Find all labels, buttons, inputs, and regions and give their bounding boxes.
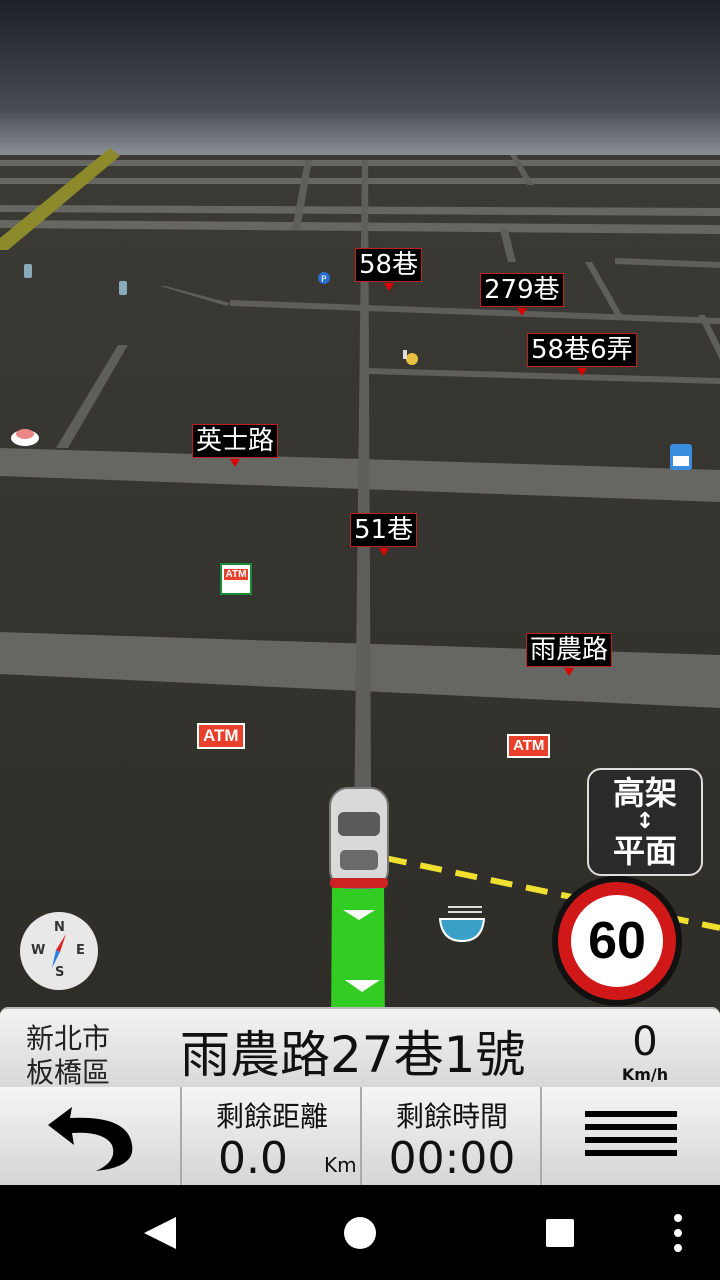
nav-back-icon[interactable] — [140, 1213, 180, 1253]
nav-recents-icon[interactable] — [544, 1217, 576, 1249]
menu-button[interactable] — [540, 1087, 720, 1185]
street-label: 雨農路 — [526, 633, 613, 676]
remaining-time-label: 剩餘時間 — [395, 1100, 508, 1133]
atm-text: ATM — [224, 569, 248, 580]
parking-icon: P — [318, 272, 330, 284]
surface-label: 平面 — [612, 832, 677, 870]
nav-more-icon[interactable] — [672, 1213, 684, 1253]
pin-icon — [119, 281, 127, 295]
district-label: 板橋區 — [26, 1056, 111, 1089]
speed-limit-value: 60 — [588, 912, 646, 970]
noodle-icon — [438, 906, 486, 943]
remaining-time: 剩餘時間 00:00 — [360, 1087, 540, 1185]
restaurant-icon — [11, 429, 39, 446]
system-nav-bar — [0, 1185, 720, 1280]
street-label: 58巷6弄 — [527, 333, 637, 376]
elevated-label: 高架 — [612, 774, 677, 812]
distance-unit: Km — [324, 1153, 357, 1177]
back-arrow-icon — [48, 1107, 133, 1171]
compass-button[interactable]: N S E W — [20, 912, 98, 990]
remaining-distance-label: 剩餘距離 — [215, 1100, 328, 1133]
store-icon — [670, 444, 692, 470]
atm-icon: ATM — [197, 723, 245, 749]
current-street: 雨農路27巷1號 — [180, 1026, 526, 1084]
nav-home-icon[interactable] — [342, 1215, 378, 1251]
tool-icon — [403, 350, 418, 365]
bottom-bar: 剩餘距離 0.0 Km 剩餘時間 00:00 — [0, 1087, 720, 1185]
street-label: 51巷 — [350, 513, 418, 556]
back-button[interactable] — [0, 1087, 180, 1185]
current-speed: 0 — [632, 1019, 658, 1065]
address-bar: 新北市 板橋區 雨農路27巷1號 0 Km/h — [0, 1007, 720, 1089]
elevated-road-toggle-button[interactable]: 高架 ↕ 平面 — [587, 768, 703, 876]
remaining-time-value: 00:00 — [388, 1133, 516, 1184]
street-label: 279巷 — [480, 273, 564, 316]
remaining-distance: 剩餘距離 0.0 Km — [180, 1087, 360, 1185]
speed-unit: Km/h — [621, 1065, 669, 1084]
street-label: 英士路 — [192, 424, 279, 467]
car-marker-icon — [329, 787, 389, 889]
menu-icon — [585, 1111, 677, 1156]
speed-limit-sign: 60 — [552, 876, 682, 1006]
compass-needle-icon — [52, 934, 66, 968]
svg-text:P: P — [321, 275, 327, 284]
atm-icon: ATM — [507, 734, 551, 758]
atm-store-icon: ATM — [220, 563, 252, 595]
swap-arrow-icon: ↕ — [635, 809, 655, 834]
street-label: 58巷 — [355, 248, 423, 291]
pin-icon — [24, 264, 32, 278]
remaining-distance-value: 0.0 — [218, 1133, 288, 1184]
